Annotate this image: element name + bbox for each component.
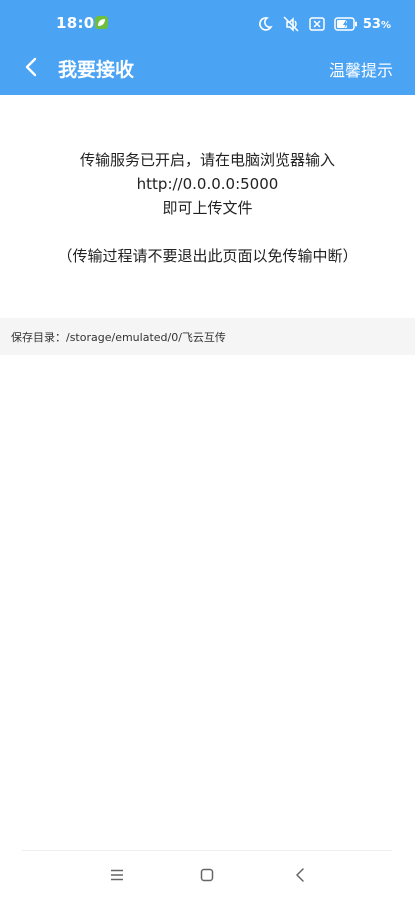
menu-icon: [111, 869, 123, 881]
screen: 18:04 53% 我要接收 温馨提示 传输服务已开启，请在电脑浏览器输入 ht…: [0, 0, 415, 900]
mute-icon: [282, 16, 300, 32]
back-button[interactable]: [18, 54, 44, 80]
app-bar: 我要接收 温馨提示: [0, 48, 415, 95]
service-started-text: 传输服务已开启，请在电脑浏览器输入: [79, 151, 335, 169]
leaf-icon: [95, 16, 108, 29]
nav-divider: [22, 850, 392, 851]
transfer-info: 传输服务已开启，请在电脑浏览器输入 http://0.0.0.0:5000 即可…: [0, 148, 415, 220]
status-bar: 18:04 53%: [0, 0, 415, 48]
moon-icon: [257, 16, 273, 32]
nav-back-button[interactable]: [289, 864, 311, 886]
battery-icon: [334, 17, 358, 31]
back-icon: [296, 868, 304, 882]
server-url: http://0.0.0.0:5000: [136, 175, 279, 193]
page-title: 我要接收: [58, 59, 135, 81]
chevron-left-icon: [25, 57, 37, 77]
tips-button[interactable]: 温馨提示: [329, 57, 393, 81]
no-sim-icon: [309, 17, 325, 31]
system-nav-bar: [0, 858, 415, 892]
save-directory-row: 保存目录： /storage/emulated/0/飞云互传: [0, 318, 415, 355]
save-dir-path: /storage/emulated/0/飞云互传: [66, 330, 226, 344]
upload-hint-text: 即可上传文件: [162, 199, 253, 217]
nav-menu-button[interactable]: [106, 864, 128, 886]
nav-home-button[interactable]: [196, 864, 218, 886]
save-dir-label: 保存目录：: [11, 330, 66, 344]
header: 18:04 53% 我要接收 温馨提示: [0, 0, 415, 95]
warning-note: （传输过程请不要退出此页面以免传输中断）: [57, 247, 358, 265]
home-icon: [200, 868, 214, 882]
battery-level: 53%: [362, 16, 391, 32]
status-icons: 53%: [248, 14, 391, 34]
